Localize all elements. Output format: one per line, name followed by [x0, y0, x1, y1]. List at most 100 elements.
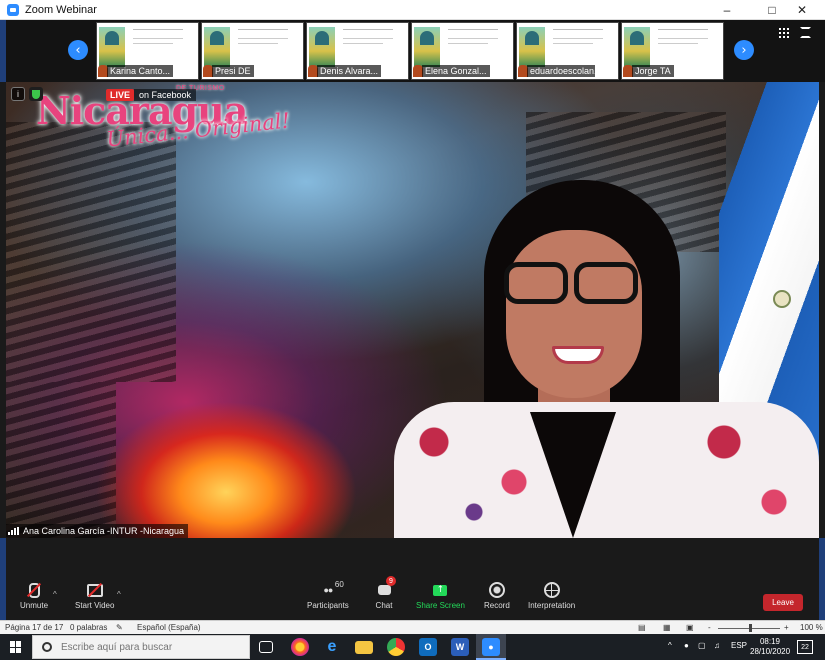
show-hidden-icons[interactable]: ^ — [668, 641, 672, 650]
chat-unread-badge: 9 — [386, 576, 396, 586]
zoom-level[interactable]: 100 % — [800, 623, 823, 632]
cathedral-image — [624, 27, 650, 67]
zoom-taskbar-icon[interactable]: ● — [482, 638, 500, 656]
taskbar-search[interactable] — [32, 635, 250, 659]
participant-tile[interactable]: Elena Gonzal... — [411, 22, 514, 80]
security-shield-icon[interactable] — [29, 87, 43, 101]
participant-tile[interactable]: Jorge TA — [621, 22, 724, 80]
windows-taskbar: e O W ● ^ ● ▢ ♫ ESP 08:19 28/10/2020 22 — [0, 634, 825, 660]
camera-off-icon — [85, 582, 105, 598]
network-icon[interactable]: ▢ — [698, 641, 706, 650]
chat-button[interactable]: 9 Chat — [374, 576, 396, 610]
meeting-controls: Unmute ^ Start Video ^ 60 Participants 9… — [0, 538, 825, 620]
cathedral-image — [309, 27, 335, 67]
active-speaker-video: DE TURISMO Nicaragua Única... Original! … — [6, 82, 819, 538]
gallery-view-icon[interactable] — [779, 28, 789, 38]
word-count[interactable]: 0 palabras — [70, 623, 107, 632]
info-icon[interactable]: i — [11, 87, 25, 101]
taskbar-clock[interactable]: 08:19 28/10/2020 — [750, 637, 790, 657]
word-icon[interactable]: W — [451, 638, 469, 656]
page-count[interactable]: Página 17 de 17 — [5, 623, 63, 632]
firefox-icon[interactable] — [291, 638, 309, 656]
chevron-left-icon: ‹ — [75, 42, 81, 58]
crater-rock — [6, 122, 176, 382]
title-bar: Zoom Webinar – □ ✕ — [0, 0, 825, 20]
clock-time: 08:19 — [759, 637, 781, 646]
record-button[interactable]: Record — [484, 582, 510, 610]
chrome-icon[interactable] — [387, 638, 405, 656]
cathedral-image — [519, 27, 545, 67]
live-badge: LIVE — [106, 89, 135, 101]
task-view-icon[interactable] — [259, 641, 273, 653]
zoom-out-button[interactable]: - — [708, 623, 711, 632]
participant-tile[interactable]: Presi DE — [201, 22, 304, 80]
interpretation-button[interactable]: Interpretation — [528, 582, 575, 610]
chat-icon: 9 — [374, 576, 396, 598]
glasses — [496, 262, 644, 310]
participant-name: eduardoescolan... — [527, 65, 595, 77]
cathedral-image — [99, 27, 125, 67]
video-options-caret[interactable]: ^ — [117, 590, 121, 599]
minimize-button[interactable]: – — [712, 0, 742, 20]
participant-name: Karina Canto... — [107, 65, 174, 77]
zoom-in-button[interactable]: + — [784, 623, 789, 632]
share-screen-button[interactable]: Share Screen — [416, 582, 465, 610]
volume-icon[interactable]: ♫ — [714, 641, 720, 650]
edge-icon[interactable]: e — [323, 638, 341, 656]
globe-icon — [542, 582, 562, 598]
start-video-button[interactable]: Start Video — [75, 582, 114, 610]
window-title: Zoom Webinar — [25, 3, 97, 16]
chevron-right-icon: › — [741, 42, 747, 58]
language-indicator[interactable]: Español (España) — [137, 623, 201, 632]
close-button[interactable]: ✕ — [787, 0, 817, 20]
microphone-tray-icon[interactable]: ● — [684, 641, 689, 650]
participant-name: Denis Alvara... — [317, 65, 382, 77]
word-status-bar: Página 17 de 17 0 palabras ✎ Español (Es… — [0, 620, 825, 634]
participants-count: 60 — [334, 580, 344, 589]
web-layout-icon[interactable]: ▣ — [686, 623, 694, 632]
live-stream-indicator[interactable]: LIVE on Facebook — [106, 88, 197, 102]
gallery-next-button[interactable]: › — [734, 40, 754, 60]
notification-center-icon[interactable]: 22 — [797, 640, 813, 654]
fullscreen-icon[interactable] — [800, 27, 811, 38]
participant-tile[interactable]: Denis Alvara... — [306, 22, 409, 80]
crater-rock — [6, 382, 116, 538]
participants-icon: 60 — [318, 580, 344, 598]
gallery-prev-button[interactable]: ‹ — [68, 40, 88, 60]
speaker-name-label: Ana Carolina García -INTUR -Nicaragua — [6, 524, 189, 538]
proofing-icon[interactable]: ✎ — [116, 623, 123, 632]
participants-button[interactable]: 60 Participants — [307, 580, 349, 610]
windows-start-icon[interactable] — [10, 641, 22, 653]
smile — [552, 346, 604, 364]
zoom-app-icon — [7, 3, 19, 16]
participant-tile[interactable]: Karina Canto... — [96, 22, 199, 80]
participant-name: Presi DE — [212, 65, 254, 77]
record-icon — [487, 582, 507, 598]
flag-emblem-icon — [773, 290, 791, 308]
zoom-slider-thumb[interactable] — [749, 624, 752, 632]
gallery-strip: ‹ Karina Canto... Presi DE Denis Alvara.… — [0, 20, 825, 82]
leave-button[interactable]: Leave — [763, 594, 803, 611]
search-icon — [42, 642, 52, 652]
speaker-name: Ana Carolina García -INTUR -Nicaragua — [23, 526, 185, 536]
input-language[interactable]: ESP — [731, 641, 747, 650]
screen: Zoom Webinar – □ ✕ ‹ Karina Canto... Pre… — [0, 0, 825, 660]
share-screen-icon — [430, 582, 450, 598]
microphone-muted-icon — [24, 582, 44, 598]
maximize-button[interactable]: □ — [757, 0, 787, 20]
participant-name: Elena Gonzal... — [422, 65, 490, 77]
participant-name: Jorge TA — [632, 65, 674, 77]
audio-options-caret[interactable]: ^ — [53, 590, 57, 599]
search-input[interactable] — [61, 641, 231, 653]
cathedral-image — [414, 27, 440, 67]
outlook-icon[interactable]: O — [419, 638, 437, 656]
cathedral-image — [204, 27, 230, 67]
file-explorer-icon[interactable] — [355, 641, 373, 654]
participant-tile[interactable]: eduardoescolan... — [516, 22, 619, 80]
unmute-button[interactable]: Unmute — [20, 582, 48, 610]
speaker-face — [506, 230, 642, 398]
read-mode-icon[interactable]: ▤ — [638, 623, 646, 632]
clock-date: 28/10/2020 — [750, 647, 791, 656]
print-layout-icon[interactable]: ▦ — [663, 623, 671, 632]
live-platform: on Facebook — [134, 89, 197, 101]
